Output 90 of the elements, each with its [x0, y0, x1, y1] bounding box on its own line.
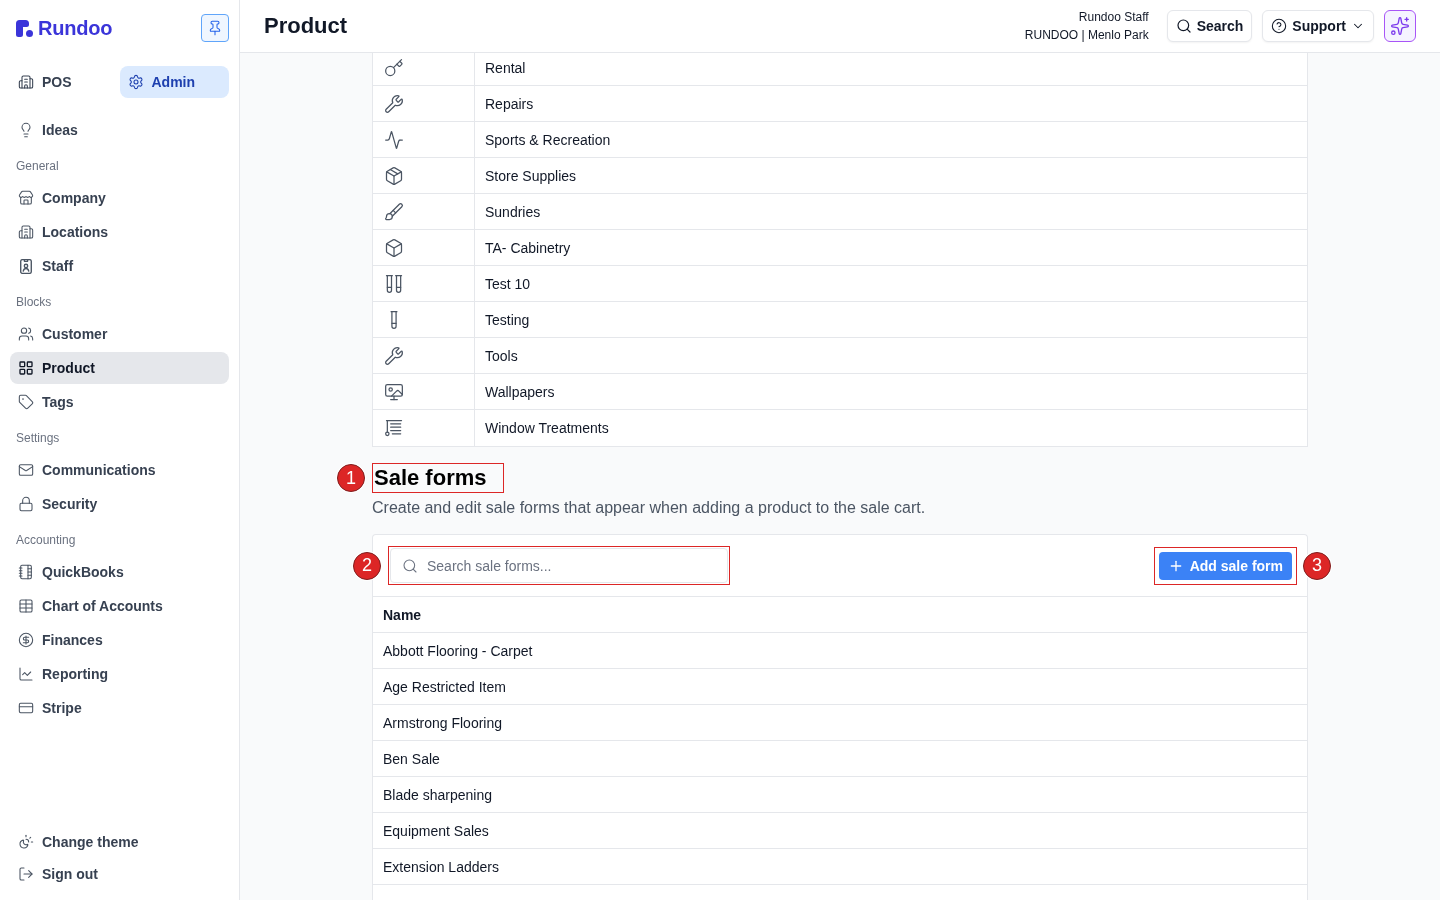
table-cell: Window Treatments: [474, 410, 1307, 446]
sidebar-item[interactable]: Company: [10, 182, 229, 214]
test-tubes-icon: [384, 273, 404, 294]
sun-moon-icon: [18, 834, 34, 850]
wrench-icon: [384, 345, 404, 366]
table-icon: [18, 598, 34, 614]
table-cell: Testing: [474, 302, 1307, 337]
add-sale-form-button[interactable]: Add sale form: [1158, 551, 1292, 580]
settings-icon: [127, 74, 144, 90]
storefront-icon: [18, 190, 34, 206]
table-cell: Rental: [474, 53, 1307, 85]
sidebar-item[interactable]: Customer: [10, 318, 229, 350]
tag-icon: [18, 394, 34, 410]
table-cell: Tools: [474, 338, 1307, 373]
section-label: General: [15, 158, 60, 175]
cube-icon: [384, 237, 404, 258]
paintbrush-icon: [384, 201, 404, 222]
brand-name: Rundoo: [38, 16, 113, 40]
column-header: Name: [373, 597, 1307, 633]
sidebar-item[interactable]: Change theme: [10, 826, 229, 858]
wrench-icon: [384, 93, 404, 114]
table-cell: Equipment Sales: [373, 813, 1307, 849]
table-cell: Store Supplies: [474, 158, 1307, 193]
sidebar-item[interactable]: Locations: [10, 216, 229, 248]
sidebar-item[interactable]: Product: [10, 352, 229, 384]
help-icon: [1271, 18, 1288, 34]
id-badge-icon: [20, 258, 32, 274]
table-cell: Ben Sale: [373, 741, 1307, 777]
table-cell: Wallpapers: [474, 374, 1307, 409]
sidebar-item[interactable]: QuickBooks: [10, 556, 229, 588]
search-icon: [1175, 18, 1192, 34]
sparkles-button[interactable]: [1384, 10, 1416, 42]
sparkles-icon: [1390, 16, 1410, 36]
search-field[interactable]: Search sale forms...: [390, 548, 728, 583]
mode-tab[interactable]: POS: [10, 66, 120, 98]
lightbulb-icon: [18, 122, 34, 138]
search-icon: [402, 557, 418, 574]
dollar-circle-icon: [18, 632, 34, 648]
table-cell: Abbott Flooring - Carpet: [373, 633, 1307, 669]
blinds-icon: [384, 418, 404, 438]
sidebar-item[interactable]: Staff: [10, 250, 229, 282]
sign-out-icon: [18, 866, 34, 882]
section-description: Create and edit sale forms that appear when adding a product to the sale cart.: [372, 498, 927, 518]
step-marker: 1: [337, 464, 365, 492]
table-cell: Test 10: [474, 266, 1307, 301]
sidebar-item[interactable]: Communications: [10, 454, 229, 486]
building-icon: [18, 74, 34, 90]
grid-icon: [18, 360, 34, 376]
sidebar-item[interactable]: Stripe: [10, 692, 229, 724]
section-label: Accounting: [15, 532, 77, 549]
sidebar-item[interactable]: Sign out: [10, 858, 229, 890]
table-cell: TA- Cabinetry: [474, 230, 1307, 265]
sidebar-item[interactable]: Chart of Accounts: [10, 590, 229, 622]
users-icon: [18, 326, 34, 342]
line-chart-icon: [18, 666, 34, 682]
table-cell: Age Restricted Item: [373, 669, 1307, 705]
key-icon: [384, 57, 404, 78]
sidebar-item[interactable]: Tags: [10, 386, 229, 418]
section-label: Settings: [15, 430, 61, 447]
mail-icon: [18, 462, 34, 478]
building-icon: [18, 224, 34, 240]
table-cell: Sports & Recreation: [474, 122, 1307, 157]
table-cell: Extension Ladders: [373, 849, 1307, 885]
sidebar-item[interactable]: Ideas: [10, 114, 229, 146]
support-button[interactable]: Support: [1262, 10, 1374, 42]
step-marker: 2: [353, 551, 381, 580]
section-label: Blocks: [15, 294, 53, 311]
sidebar-item[interactable]: Reporting: [10, 658, 229, 690]
credit-card-icon: [18, 700, 34, 716]
page-title: Product: [264, 13, 348, 39]
table-cell: Repairs: [474, 86, 1307, 121]
logo-icon: [16, 19, 33, 37]
sidebar-item[interactable]: Security: [10, 488, 229, 520]
notebook-icon: [18, 564, 34, 580]
section-title: Sale forms: [374, 464, 487, 492]
pulse-line-icon: [384, 129, 404, 150]
package-icon: [384, 165, 404, 186]
table-cell: Blade sharpening: [373, 777, 1307, 813]
table-cell: Armstrong Flooring: [373, 705, 1307, 741]
pin-icon: [207, 20, 223, 36]
monitor-picture-icon: [384, 381, 404, 402]
store-location: RUNDOO | Menlo Park: [1024, 27, 1149, 44]
step-marker: 3: [1303, 551, 1331, 580]
mode-tab[interactable]: Admin: [119, 66, 229, 98]
sidebar-item[interactable]: Finances: [10, 624, 229, 656]
pin-button[interactable]: [201, 14, 229, 42]
lock-icon: [18, 496, 34, 512]
table-cell: Sundries: [474, 194, 1307, 229]
search-button[interactable]: Search: [1166, 10, 1253, 42]
user-name: Rundoo Staff: [1078, 9, 1149, 26]
